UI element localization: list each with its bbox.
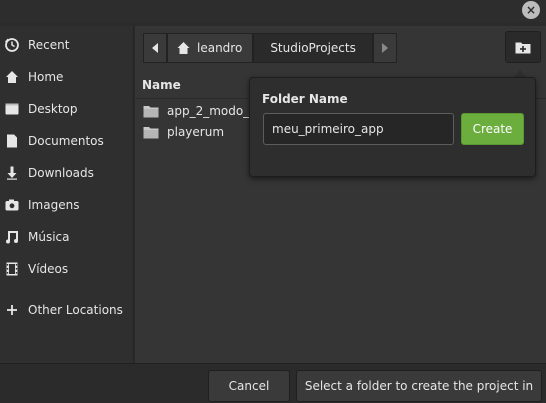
sidebar-item-label: Desktop [28,102,78,116]
new-folder-popover: Folder Name Create [249,77,536,177]
places-sidebar: Recent Home Desktop Documentos Downloads… [0,26,134,363]
path-crumb-home[interactable]: leandro [167,33,254,63]
sidebar-item-home[interactable]: Home [0,62,134,92]
sidebar-item-label: Vídeos [28,262,69,276]
sidebar-item-label: Documentos [28,134,104,148]
clock-icon [5,38,19,52]
home-icon [6,71,18,83]
document-icon [7,134,17,148]
path-crumb-label: StudioProjects [270,41,356,55]
popover-title: Folder Name [262,92,348,106]
desktop-icon [5,103,19,115]
sidebar-item-label: Recent [28,38,70,52]
select-folder-button[interactable]: Select a folder to create the project in [296,370,542,402]
music-icon [6,231,18,244]
close-button[interactable]: × [522,1,540,19]
camera-icon [5,199,19,211]
create-button[interactable]: Create [461,113,524,145]
sidebar-item-other-locations[interactable]: Other Locations [0,295,134,325]
sidebar-item-downloads[interactable]: Downloads [0,158,134,188]
path-forward-button[interactable] [372,33,397,63]
chevron-left-icon [152,43,158,53]
path-bar: leandro StudioProjects [143,33,397,63]
folder-name-input[interactable] [263,113,454,145]
file-name: playerum [167,125,225,139]
sidebar-item-videos[interactable]: Vídeos [0,254,134,284]
file-name: app_2_modo_n [167,104,257,118]
home-icon [177,42,190,54]
chevron-right-icon [381,43,388,53]
sidebar-item-label: Home [28,70,64,84]
path-crumb-current[interactable]: StudioProjects [253,33,373,63]
sidebar-item-documentos[interactable]: Documentos [0,126,134,156]
new-folder-icon [515,42,531,53]
new-folder-button[interactable] [505,31,541,63]
path-crumb-label: leandro [197,41,243,55]
sidebar-item-label: Downloads [28,166,94,180]
sidebar-item-musica[interactable]: Música [0,222,134,252]
column-header-name[interactable]: Name [142,78,181,92]
plus-icon [7,305,17,315]
folder-icon [143,105,159,117]
folder-icon [143,126,159,138]
path-back-button[interactable] [143,33,167,63]
window-topbar: × [0,0,546,22]
sidebar-item-label: Música [28,230,70,244]
sidebar-item-imagens[interactable]: Imagens [0,190,134,220]
close-icon: × [525,3,537,17]
sidebar-item-label: Imagens [28,198,80,212]
download-icon [7,166,17,180]
sidebar-item-label: Other Locations [28,303,123,317]
sidebar-item-recent[interactable]: Recent [0,30,134,60]
sidebar-item-desktop[interactable]: Desktop [0,94,134,124]
film-icon [6,262,18,276]
cancel-button[interactable]: Cancel [208,370,290,402]
